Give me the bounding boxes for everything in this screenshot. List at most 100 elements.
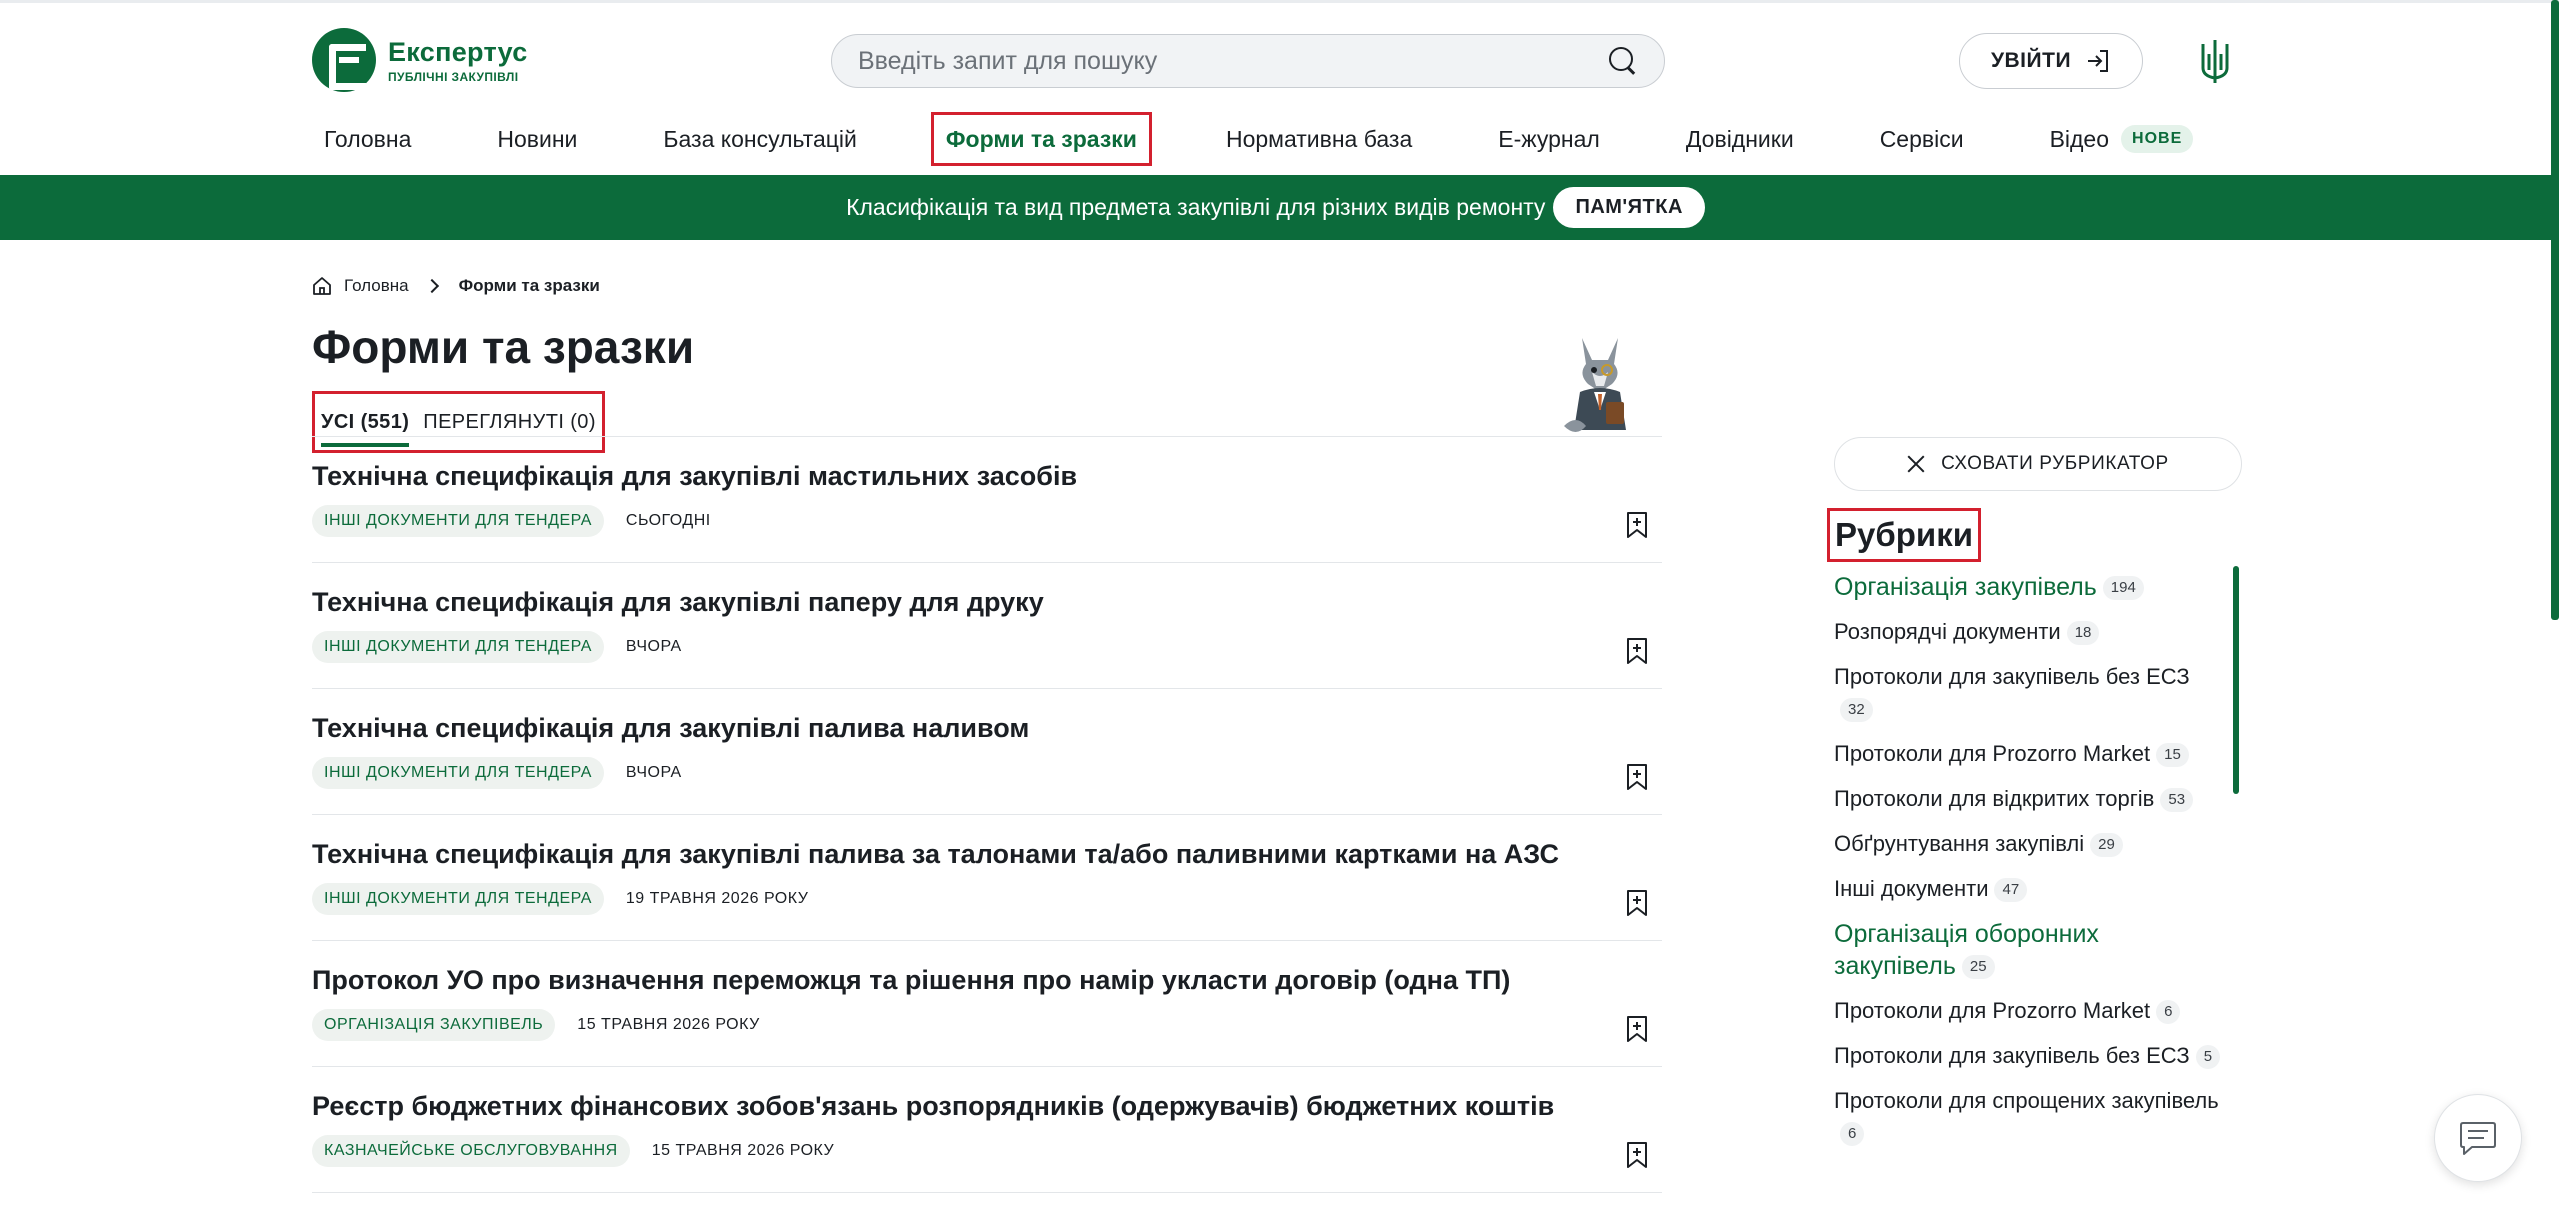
- page-scrollbar[interactable]: [2551, 0, 2559, 620]
- document-date: СЬОГОДНІ: [625, 512, 711, 529]
- document-title[interactable]: Технічна специфікація для закупівлі маст…: [312, 461, 1077, 492]
- banner-button[interactable]: ПАМ'ЯТКА: [1553, 187, 1705, 228]
- document-date: 15 ТРАВНЯ 2026 РОКУ: [577, 1016, 760, 1033]
- promo-banner: Класифікація та вид предмета закупівлі д…: [0, 175, 2551, 240]
- rubric-count: 6: [2156, 1000, 2181, 1025]
- document-date: 15 ТРАВНЯ 2026 РОКУ: [651, 1142, 835, 1159]
- rubric-count: 6: [1840, 1122, 1865, 1147]
- document-date: ВЧОРА: [625, 764, 682, 781]
- rubric-count: 15: [2156, 743, 2189, 768]
- category-tag[interactable]: ІНШІ ДОКУМЕНТИ ДЛЯ ТЕНДЕРА: [312, 631, 604, 663]
- category-tag[interactable]: ОРГАНІЗАЦІЯ ЗАКУПІВЕЛЬ: [312, 1009, 556, 1041]
- category-tag[interactable]: КАЗНАЧЕЙСЬКЕ ОБСЛУГОВУВАННЯ: [312, 1135, 630, 1167]
- rubric-item[interactable]: Протоколи для спрощених закупівель 6: [1834, 1085, 2224, 1149]
- document-title[interactable]: Технічна специфікація для закупівлі пали…: [312, 713, 1029, 744]
- document-meta: ІНШІ ДОКУМЕНТИ ДЛЯ ТЕНДЕРА 19 ТРАВНЯ 202…: [312, 883, 808, 915]
- rubric-count: 18: [2066, 621, 2100, 646]
- nav-item-news[interactable]: Новини: [485, 112, 589, 166]
- list-item: Протокол УО про визначення переможця та …: [312, 941, 1662, 1067]
- chat-button[interactable]: [2434, 1094, 2522, 1182]
- rubric-category[interactable]: Організація оборонних закупівель 25: [1834, 918, 2224, 982]
- rubric-count: 194: [2102, 576, 2144, 601]
- wolf-mascot-icon: [1564, 338, 1626, 432]
- document-meta: ІНШІ ДОКУМЕНТИ ДЛЯ ТЕНДЕРА СЬОГОДНІ: [312, 505, 711, 537]
- rubrics-title: Рубрики: [1827, 508, 1981, 562]
- rubric-item[interactable]: Розпорядчі документи 18: [1834, 616, 2224, 648]
- document-date: 19 ТРАВНЯ 2026 РОКУ: [625, 890, 809, 907]
- nav-item-handbooks[interactable]: Довідники: [1674, 112, 1806, 166]
- rubric-label: Інші документи: [1834, 876, 1989, 901]
- bookmark-add-icon[interactable]: [1626, 637, 1648, 665]
- nav-item-services[interactable]: Сервіси: [1868, 112, 1976, 166]
- chevron-right-icon: [424, 278, 439, 294]
- bookmark-add-icon[interactable]: [1626, 763, 1648, 791]
- main-nav: Головна Новини База консультацій Форми т…: [312, 112, 2267, 166]
- login-button[interactable]: УВІЙТИ: [1959, 33, 2143, 89]
- category-tag[interactable]: ІНШІ ДОКУМЕНТИ ДЛЯ ТЕНДЕРА: [312, 505, 604, 537]
- nav-item-consultations[interactable]: База консультацій: [651, 112, 868, 166]
- rubric-label: Протоколи для Prozorro Market: [1834, 998, 2151, 1023]
- rubrics-scrollbar[interactable]: [2233, 566, 2239, 794]
- close-icon: [1907, 455, 1925, 473]
- rubric-count: 5: [2195, 1045, 2221, 1070]
- document-title[interactable]: Протокол УО про визначення переможця та …: [312, 965, 1510, 996]
- document-date: ВЧОРА: [625, 638, 682, 655]
- bookmark-add-icon[interactable]: [1626, 511, 1648, 539]
- rubric-count: 25: [1961, 955, 1995, 980]
- home-icon[interactable]: [312, 276, 332, 296]
- rubric-label: Обґрунтування закупівлі: [1834, 831, 2085, 856]
- new-badge: НОВЕ: [2121, 125, 2194, 153]
- rubrics-list: Організація закупівель 194 Розпорядчі док…: [1834, 566, 2224, 1162]
- breadcrumb-home[interactable]: Головна: [344, 276, 409, 296]
- rubric-item[interactable]: Протоколи для відкритих торгів 53: [1834, 783, 2224, 815]
- rubric-label: Протоколи для спрощених закупівель: [1834, 1088, 2219, 1113]
- document-title[interactable]: Технічна специфікація для закупівлі пали…: [312, 839, 1559, 870]
- nav-item-video-label: Відео: [2049, 125, 2110, 152]
- logo-title: Експертус: [388, 36, 528, 67]
- document-meta: КАЗНАЧЕЙСЬКЕ ОБСЛУГОВУВАННЯ 15 ТРАВНЯ 20…: [312, 1135, 834, 1167]
- top-border: [0, 0, 2559, 3]
- hide-rubricator-button[interactable]: СХОВАТИ РУБРИКАТОР: [1834, 437, 2242, 491]
- search-input[interactable]: [858, 46, 1606, 76]
- login-label: УВІЙТИ: [1990, 49, 2072, 72]
- document-title[interactable]: Технічна специфікація для закупівлі папе…: [312, 587, 1044, 618]
- document-list: Технічна специфікація для закупівлі маст…: [312, 437, 1662, 1193]
- rubric-label: Розпорядчі документи: [1834, 619, 2061, 644]
- rubric-count: 53: [2160, 788, 2194, 813]
- rubric-item[interactable]: Протоколи для Prozorro Market 15: [1834, 738, 2224, 770]
- site-logo[interactable]: Експертус ПУБЛІЧНІ ЗАКУПІВЛІ: [312, 28, 528, 92]
- document-title[interactable]: Реєстр бюджетних фінансових зобов'язань …: [312, 1091, 1554, 1122]
- nav-item-forms[interactable]: Форми та зразки: [930, 112, 1152, 166]
- rubric-label: Протоколи для закупівель без ЕСЗ: [1834, 664, 2190, 689]
- chat-icon: [2460, 1122, 2496, 1155]
- rubric-label: Протоколи для Prozorro Market: [1834, 741, 2151, 766]
- bookmark-add-icon[interactable]: [1626, 1141, 1648, 1169]
- list-item: Технічна специфікація для закупівлі маст…: [312, 437, 1662, 563]
- rubric-category[interactable]: Організація закупівель 194: [1834, 571, 2224, 603]
- breadcrumb: Головна Форми та зразки: [312, 276, 600, 296]
- rubric-count: 47: [1994, 878, 2028, 903]
- category-tag[interactable]: ІНШІ ДОКУМЕНТИ ДЛЯ ТЕНДЕРА: [312, 883, 604, 915]
- rubric-item[interactable]: Обґрунтування закупівлі 29: [1834, 828, 2224, 860]
- rubric-label: Протоколи для закупівель без ЕСЗ: [1834, 1043, 2190, 1068]
- nav-item-home[interactable]: Головна: [312, 112, 423, 166]
- rubric-item[interactable]: Інші документи 47: [1834, 873, 2224, 905]
- nav-item-normative[interactable]: Нормативна база: [1214, 112, 1424, 166]
- rubric-item[interactable]: Протоколи для закупівель без ЕСЗ 5: [1834, 1040, 2224, 1072]
- rubric-item[interactable]: Протоколи для закупівель без ЕСЗ 32: [1834, 661, 2224, 725]
- rubric-item[interactable]: Протоколи для Prozorro Market 6: [1834, 995, 2224, 1027]
- rubric-label: Організація закупівель: [1834, 573, 2097, 601]
- nav-item-video[interactable]: Відео НОВЕ: [2038, 112, 2206, 166]
- logo-text: Експертус ПУБЛІЧНІ ЗАКУПІВЛІ: [388, 37, 528, 84]
- search-icon[interactable]: [1606, 45, 1638, 77]
- trident-icon: [2201, 40, 2229, 83]
- rubric-count: 32: [1840, 698, 1873, 723]
- nav-item-ejournal[interactable]: Е-журнал: [1486, 112, 1612, 166]
- list-item: Технічна специфікація для закупівлі пали…: [312, 815, 1662, 941]
- category-tag[interactable]: ІНШІ ДОКУМЕНТИ ДЛЯ ТЕНДЕРА: [312, 757, 604, 789]
- bookmark-add-icon[interactable]: [1626, 1015, 1648, 1043]
- banner-text[interactable]: Класифікація та вид предмета закупівлі д…: [846, 194, 1545, 221]
- bookmark-add-icon[interactable]: [1626, 889, 1648, 917]
- document-meta: ІНШІ ДОКУМЕНТИ ДЛЯ ТЕНДЕРА ВЧОРА: [312, 757, 682, 789]
- search-bar: [831, 34, 1665, 88]
